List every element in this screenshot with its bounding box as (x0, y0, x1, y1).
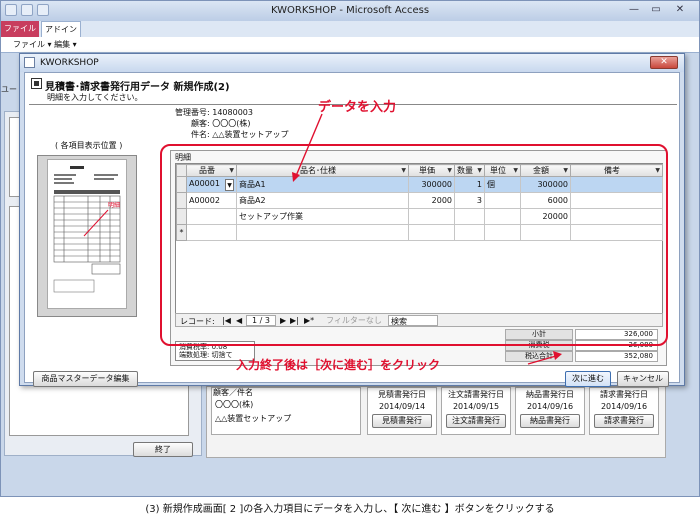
arrow-to-grid (295, 113, 323, 177)
arrow-to-next (527, 355, 557, 365)
annotation-arrows (292, 113, 562, 365)
arrow-to-grid-head (292, 172, 300, 182)
annotation-data-entry: データを入力 (318, 100, 397, 115)
caption: (3) 新規作成画面[ 2 ]の各入力項目にデータを入力し、【 次に進む 】ボタ… (145, 504, 555, 515)
annotation-finish: 入力終了後は［次に進む］をクリック (236, 358, 441, 372)
arrow-to-next-head (553, 351, 562, 360)
